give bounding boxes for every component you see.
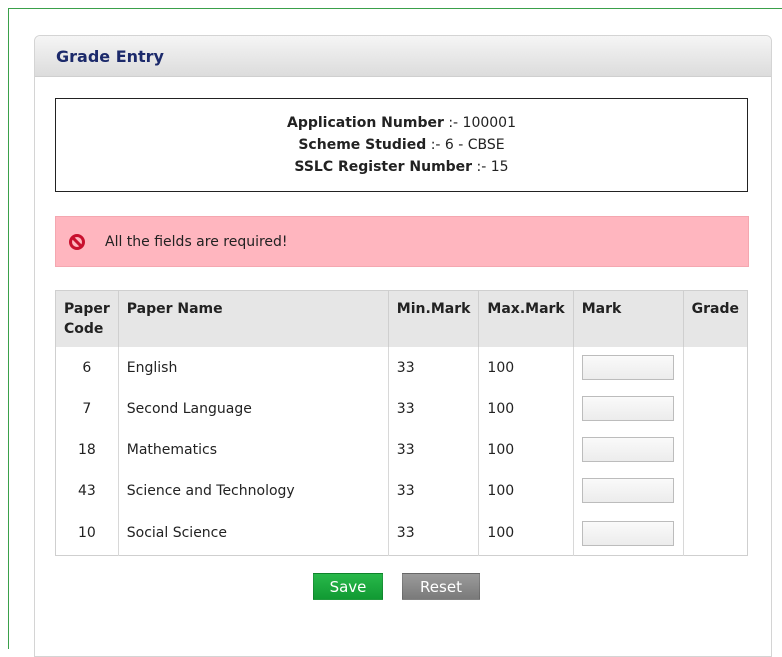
header-grade: Grade bbox=[682, 290, 748, 347]
sslc-value: :- 15 bbox=[476, 159, 509, 175]
sslc-label: SSLC Register Number bbox=[294, 159, 473, 175]
paper-code-cell: 43 bbox=[77, 482, 96, 499]
panel-header: Grade Entry bbox=[35, 36, 771, 77]
max-mark-cell: 100 bbox=[478, 347, 574, 388]
scheme-value: :- 6 - CBSE bbox=[430, 137, 505, 153]
save-button[interactable]: Save bbox=[313, 573, 383, 600]
grade-cell bbox=[682, 511, 748, 556]
error-alert: All the fields are required! bbox=[55, 216, 749, 267]
mark-input[interactable] bbox=[581, 355, 674, 380]
error-icon bbox=[69, 233, 85, 250]
mark-input[interactable] bbox=[581, 520, 674, 546]
alert-message: All the fields are required! bbox=[105, 233, 288, 250]
paper-code-cell: 6 bbox=[82, 359, 92, 376]
paper-name-cell: Science and Technology bbox=[117, 470, 389, 511]
max-mark-cell: 100 bbox=[478, 388, 574, 429]
application-number-line: Application Number :- 100001 bbox=[287, 112, 516, 134]
min-mark-cell: 33 bbox=[387, 429, 479, 470]
max-mark-cell: 100 bbox=[478, 429, 574, 470]
grades-table: Paper Code Paper Name Min.Mark Max.Mark … bbox=[55, 290, 748, 556]
mark-input[interactable] bbox=[581, 437, 674, 462]
table-row: 18 Mathematics 33 100 bbox=[56, 429, 748, 470]
max-mark-cell: 100 bbox=[478, 511, 574, 556]
table-header-row: Paper Code Paper Name Min.Mark Max.Mark … bbox=[55, 290, 748, 347]
paper-name-cell: Second Language bbox=[117, 388, 389, 429]
header-paper-name: Paper Name bbox=[117, 290, 389, 347]
mark-cell bbox=[572, 388, 684, 429]
sslc-line: SSLC Register Number :- 15 bbox=[294, 156, 508, 178]
application-number-label: Application Number bbox=[287, 115, 444, 131]
grade-entry-panel: Grade Entry Application Number :- 100001… bbox=[34, 35, 772, 657]
min-mark-cell: 33 bbox=[387, 388, 479, 429]
table-row: 10 Social Science 33 100 bbox=[56, 511, 748, 556]
grade-cell bbox=[682, 347, 748, 388]
grade-cell bbox=[682, 388, 748, 429]
header-paper-code: Paper Code bbox=[55, 290, 119, 347]
scheme-label: Scheme Studied bbox=[298, 137, 427, 153]
paper-name-cell: Mathematics bbox=[117, 429, 389, 470]
min-mark-cell: 33 bbox=[387, 347, 479, 388]
applicant-info-box: Application Number :- 100001 Scheme Stud… bbox=[55, 98, 748, 192]
max-mark-cell: 100 bbox=[478, 470, 574, 511]
paper-code-cell: 18 bbox=[77, 441, 96, 458]
table-row: 6 English 33 100 bbox=[56, 347, 748, 388]
mark-cell bbox=[572, 470, 684, 511]
header-max-mark: Max.Mark bbox=[478, 290, 574, 347]
min-mark-cell: 33 bbox=[387, 511, 479, 556]
paper-name-cell: Social Science bbox=[117, 511, 389, 556]
table-row: 7 Second Language 33 100 bbox=[56, 388, 748, 429]
paper-code-cell: 7 bbox=[82, 400, 92, 417]
mark-input[interactable] bbox=[581, 396, 674, 421]
mark-cell bbox=[572, 347, 684, 388]
mark-cell bbox=[572, 429, 684, 470]
mark-cell bbox=[572, 511, 684, 556]
paper-name-cell: English bbox=[117, 347, 389, 388]
grade-cell bbox=[682, 429, 748, 470]
mark-input[interactable] bbox=[581, 478, 674, 503]
reset-button[interactable]: Reset bbox=[402, 573, 480, 600]
scheme-line: Scheme Studied :- 6 - CBSE bbox=[298, 134, 504, 156]
panel-title: Grade Entry bbox=[56, 46, 164, 66]
header-min-mark: Min.Mark bbox=[387, 290, 479, 347]
application-number-value: :- 100001 bbox=[448, 115, 516, 131]
table-row: 43 Science and Technology 33 100 bbox=[56, 470, 748, 511]
header-mark: Mark bbox=[572, 290, 684, 347]
min-mark-cell: 33 bbox=[387, 470, 479, 511]
grade-cell bbox=[682, 470, 748, 511]
paper-code-cell: 10 bbox=[77, 525, 96, 541]
